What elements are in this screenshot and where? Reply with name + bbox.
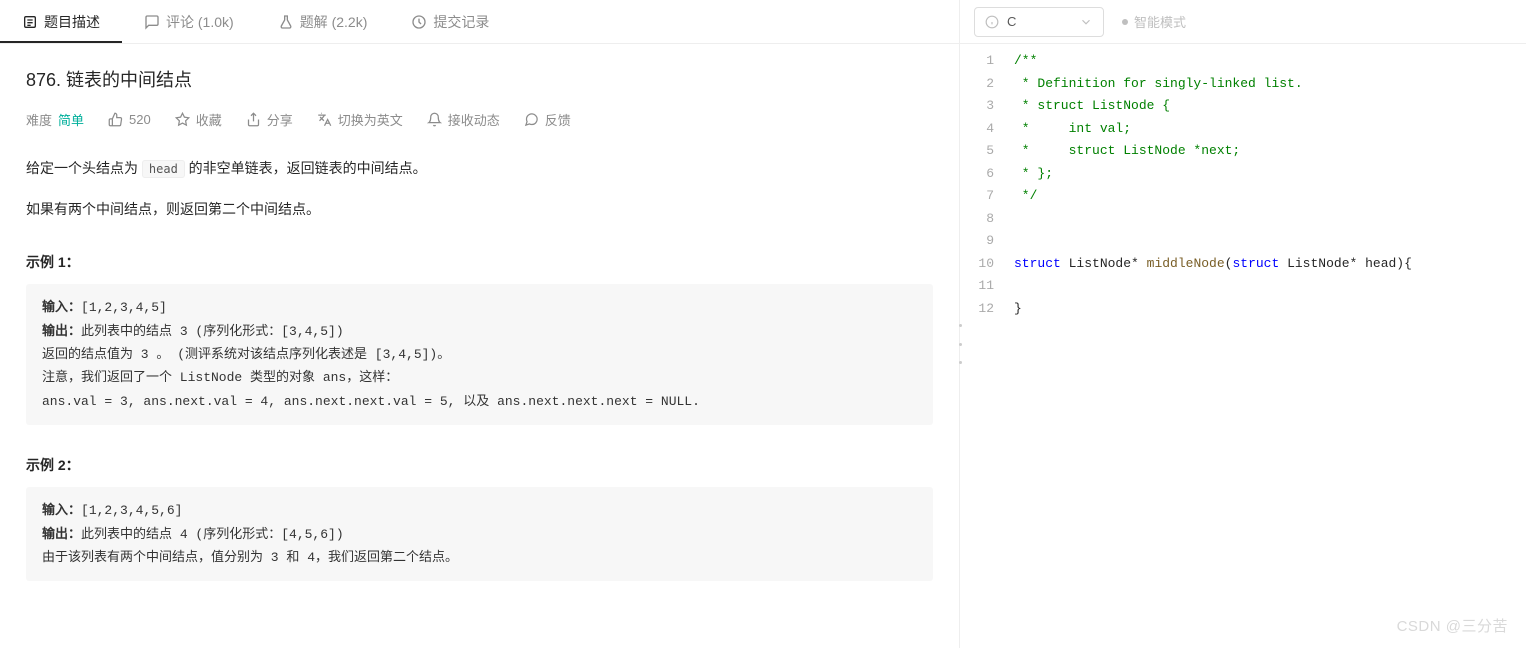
like-count: 520: [129, 112, 151, 127]
code-area[interactable]: /** * Definition for singly-linked list.…: [1004, 44, 1412, 648]
example-1-title: 示例 1：: [26, 252, 933, 272]
switch-language-label: 切换为英文: [338, 110, 403, 129]
history-icon: [411, 14, 427, 30]
problem-meta: 难度 简单 520 收藏 分享 切换为英文: [26, 110, 933, 129]
difficulty-value: 简单: [58, 110, 84, 129]
tab-solutions-label: 题解 (2.2k): [300, 12, 368, 32]
smart-mode-label: 智能模式: [1134, 12, 1186, 31]
feedback-button[interactable]: 反馈: [524, 110, 571, 129]
smart-mode[interactable]: 智能模式: [1122, 12, 1186, 31]
problem-description: 876. 链表的中间结点 难度 简单 520 收藏 分享: [0, 44, 959, 648]
comments-icon: [144, 14, 160, 30]
feedback-label: 反馈: [545, 110, 571, 129]
tab-description[interactable]: 题目描述: [0, 0, 122, 43]
switch-language-button[interactable]: 切换为英文: [317, 110, 403, 129]
star-icon: [175, 112, 190, 127]
example-2-body: 输入：[1,2,3,4,5,6] 输出：此列表中的结点 4 (序列化形式：[4,…: [26, 487, 933, 581]
problem-tabs: 题目描述 评论 (1.0k) 题解 (2.2k) 提交记录: [0, 0, 959, 44]
example-1-body: 输入：[1,2,3,4,5] 输出：此列表中的结点 3 (序列化形式：[3,4,…: [26, 284, 933, 425]
example-2-title: 示例 2：: [26, 455, 933, 475]
problem-title: 876. 链表的中间结点: [26, 66, 933, 92]
difficulty: 难度 简单: [26, 110, 84, 129]
notifications-label: 接收动态: [448, 110, 500, 129]
info-icon: [985, 15, 999, 29]
tab-submissions[interactable]: 提交记录: [389, 0, 511, 43]
editor-toolbar: C 智能模式: [960, 0, 1526, 44]
thumbs-up-icon: [108, 112, 123, 127]
flask-icon: [278, 14, 294, 30]
bell-icon: [427, 112, 442, 127]
paragraph-1: 给定一个头结点为 head 的非空单链表，返回链表的中间结点。: [26, 155, 933, 182]
language-value: C: [1007, 14, 1016, 29]
share-label: 分享: [267, 110, 293, 129]
tab-solutions[interactable]: 题解 (2.2k): [256, 0, 390, 43]
tab-comments[interactable]: 评论 (1.0k): [122, 0, 256, 43]
like-button[interactable]: 520: [108, 112, 151, 127]
feedback-icon: [524, 112, 539, 127]
translate-icon: [317, 112, 332, 127]
favorite-button[interactable]: 收藏: [175, 110, 222, 129]
inline-code-head: head: [142, 160, 185, 178]
description-icon: [22, 14, 38, 30]
tab-description-label: 题目描述: [44, 12, 100, 32]
share-button[interactable]: 分享: [246, 110, 293, 129]
favorite-label: 收藏: [196, 110, 222, 129]
splitter-handle[interactable]: [957, 324, 963, 364]
share-icon: [246, 112, 261, 127]
notifications-button[interactable]: 接收动态: [427, 110, 500, 129]
problem-body: 给定一个头结点为 head 的非空单链表，返回链表的中间结点。 如果有两个中间结…: [26, 155, 933, 581]
line-gutter: 123456789101112: [960, 44, 1004, 648]
tab-submissions-label: 提交记录: [433, 12, 489, 32]
tab-comments-label: 评论 (1.0k): [166, 12, 234, 32]
code-editor[interactable]: 123456789101112 /** * Definition for sin…: [960, 44, 1526, 648]
language-select[interactable]: C: [974, 7, 1104, 37]
difficulty-label: 难度: [26, 110, 52, 129]
status-dot-icon: [1122, 19, 1128, 25]
chevron-down-icon: [1079, 15, 1093, 29]
paragraph-2: 如果有两个中间结点，则返回第二个中间结点。: [26, 196, 933, 223]
watermark: CSDN @三分苦: [1397, 615, 1508, 636]
